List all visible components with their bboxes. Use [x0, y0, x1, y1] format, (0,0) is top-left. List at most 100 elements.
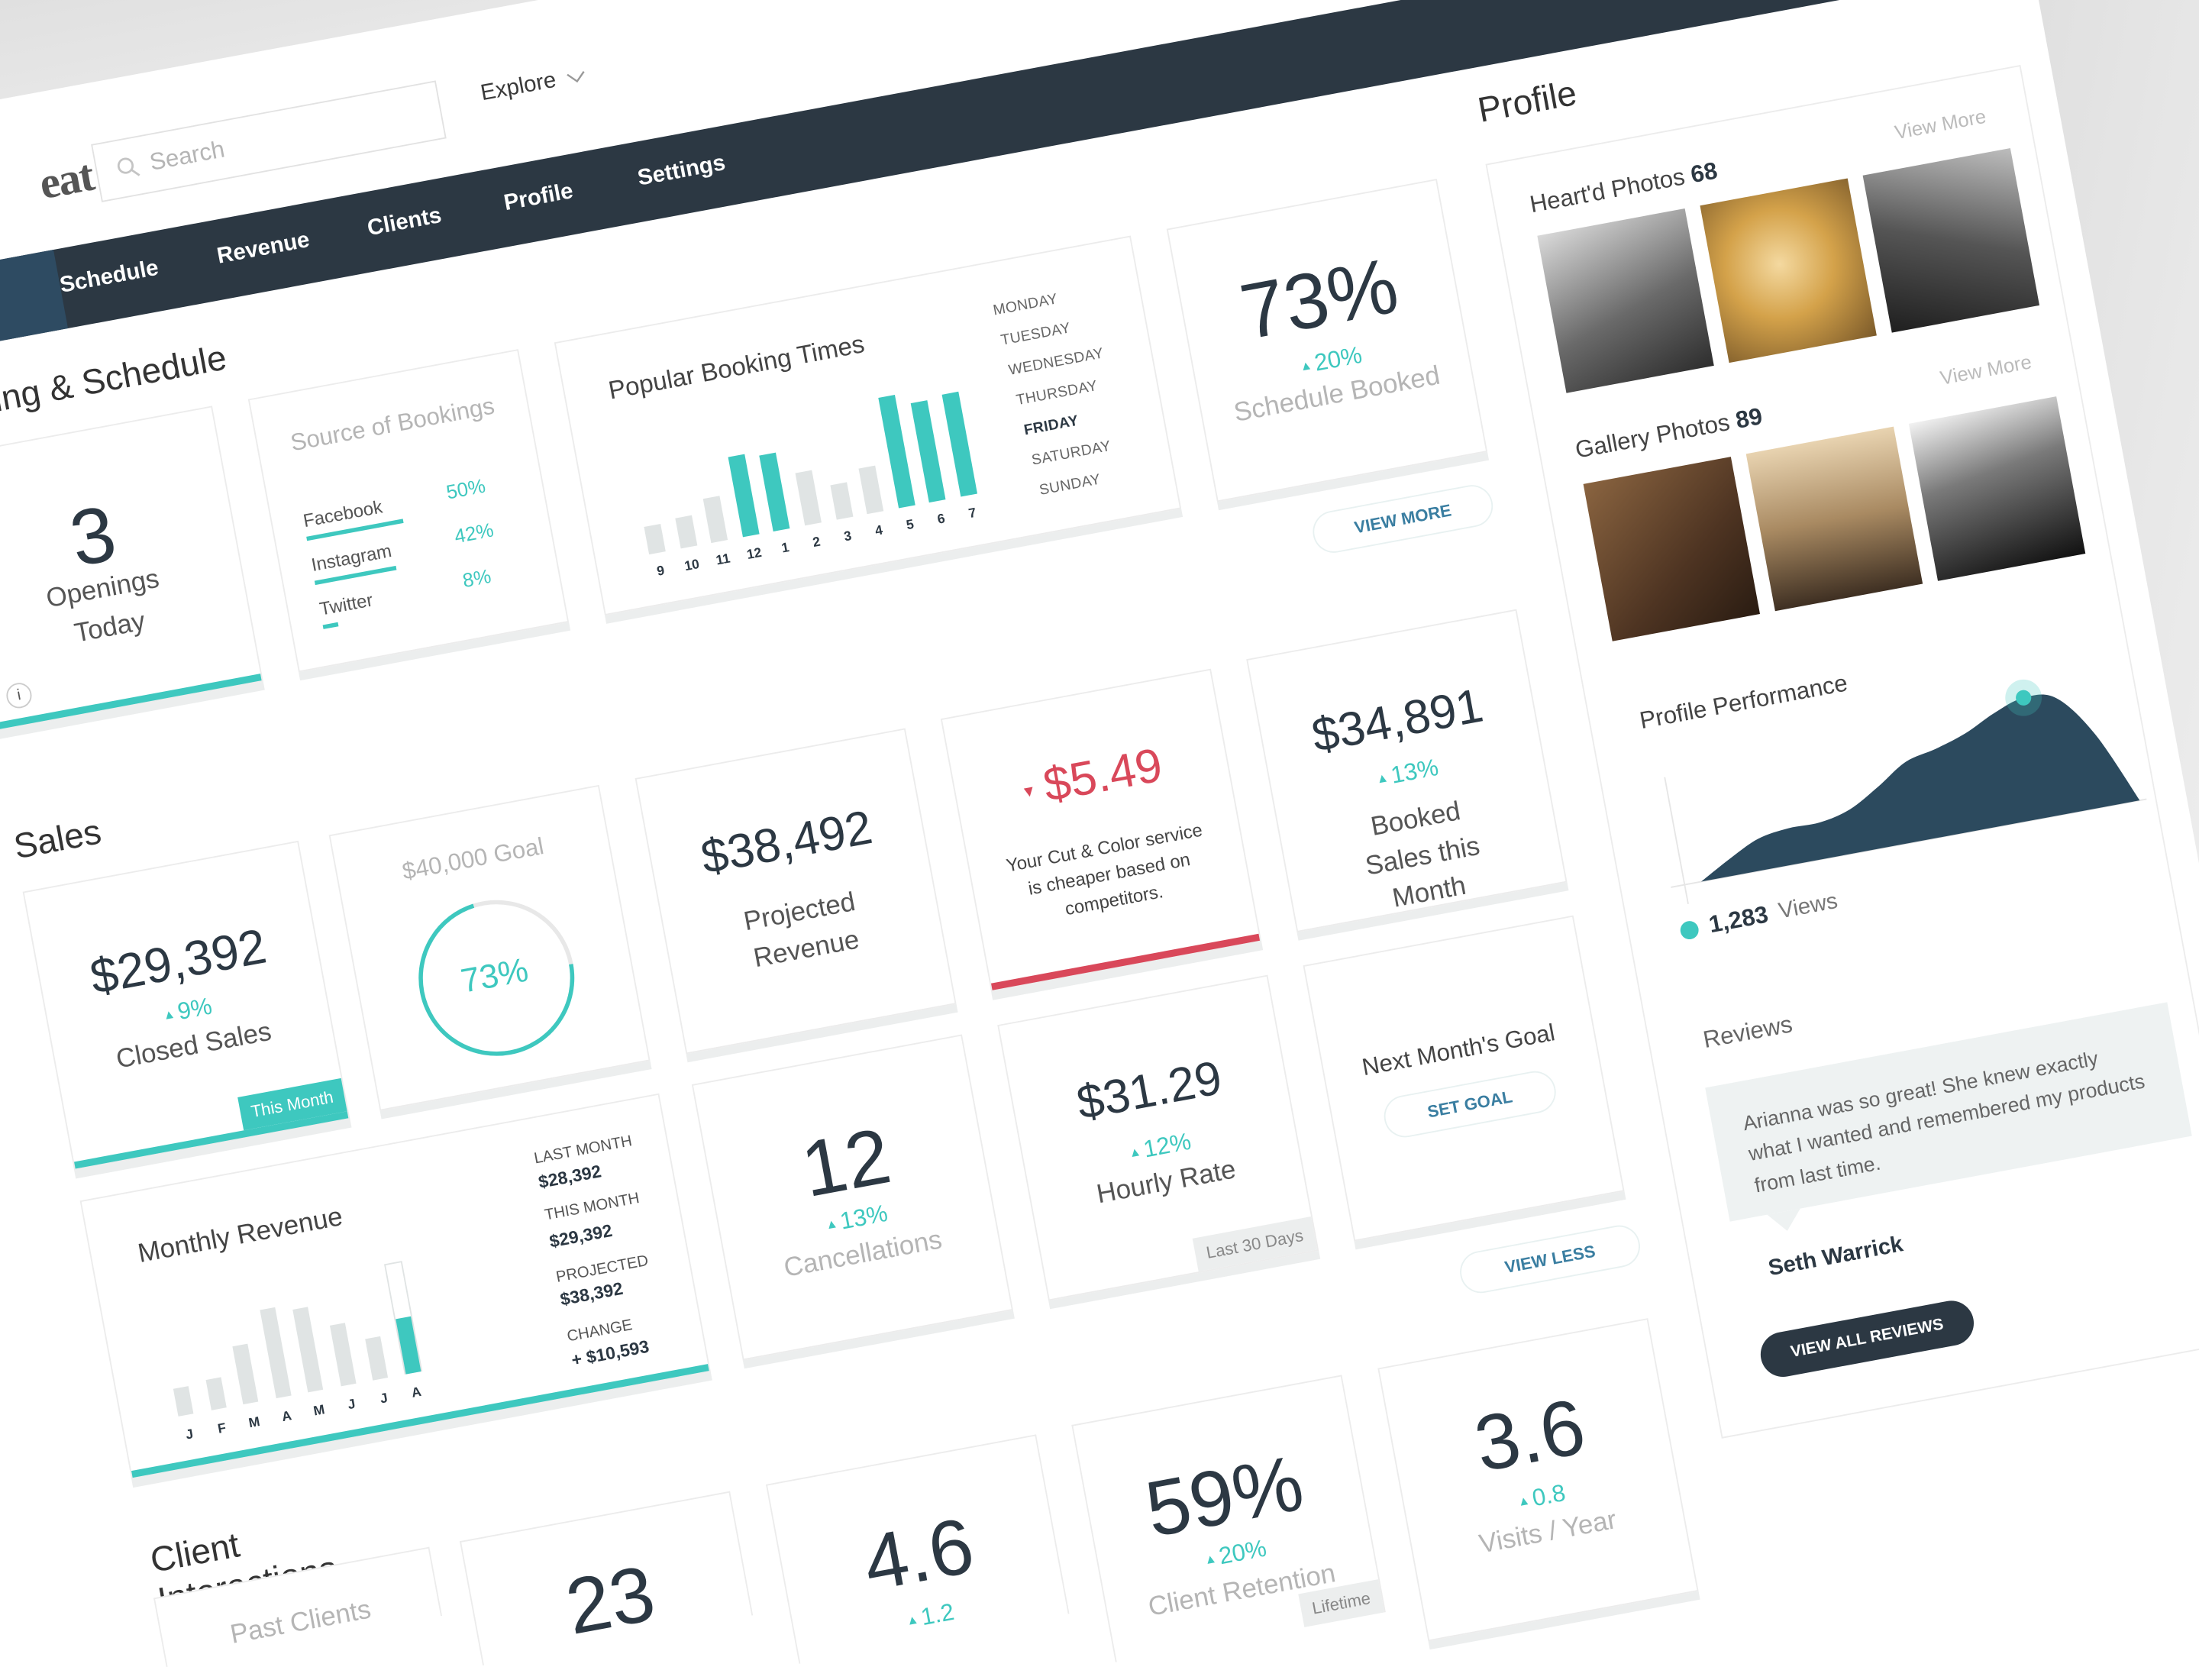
change-value: 9%	[175, 992, 215, 1026]
up-triangle-icon: ▲	[1516, 1492, 1532, 1510]
month-label: F	[216, 1420, 228, 1438]
projected-revenue-card: $38,492 Projected Revenue	[635, 728, 957, 1055]
price-value: ▼$5.49	[953, 729, 1229, 825]
source-of-bookings-card: Source of Bookings Facebook 50% Instagra…	[247, 349, 570, 673]
chevron-down-icon	[567, 70, 585, 82]
up-triangle-icon: ▲	[824, 1216, 839, 1233]
closed-sales-card: $29,392 ▲9% Closed Sales This Month	[22, 840, 350, 1171]
revenue-bar	[205, 1377, 226, 1411]
revenue-bar	[259, 1307, 291, 1399]
reviews-title: Reviews	[1700, 1010, 1795, 1054]
views-count: 1,283	[1707, 901, 1771, 939]
booking-bar	[674, 515, 697, 549]
next-goal-label: Next Month's Goal	[1360, 1019, 1558, 1081]
month-label: J	[379, 1391, 389, 1407]
gallery-photos-heading: Gallery Photos 89	[1573, 403, 1765, 465]
month-label: A	[280, 1408, 293, 1426]
source-pct: 50%	[444, 473, 487, 504]
change-value: 1.2	[919, 1598, 957, 1631]
hour-label: 9	[655, 563, 667, 580]
day-item[interactable]: TUESDAY	[999, 320, 1072, 349]
booking-bar	[829, 482, 853, 520]
hour-label: 10	[683, 557, 701, 575]
stat-value: $29,392	[547, 1220, 614, 1252]
profile-performance-chart	[1664, 679, 2147, 905]
change-value: 0.8	[1529, 1479, 1568, 1512]
schedule-booked-card: 73% ▲20% Schedule Booked	[1166, 179, 1488, 502]
revenue-bar	[329, 1323, 356, 1387]
gallery-photo[interactable]	[1583, 457, 1761, 641]
month-label: A	[410, 1384, 423, 1402]
booking-bar	[795, 470, 822, 526]
views-label: Views	[1776, 889, 1840, 924]
gallery-photo[interactable]	[1908, 396, 2086, 581]
hearted-view-more-link[interactable]: View More	[1893, 105, 1987, 144]
hourly-rate-card: $31.29 ▲12% Hourly Rate Last 30 Days	[997, 974, 1319, 1301]
hearted-photo[interactable]	[1537, 208, 1714, 393]
hour-label: 2	[811, 534, 822, 551]
goal-card: $40,000 Goal 73%	[328, 784, 651, 1111]
day-item[interactable]: WEDNESDAY	[1007, 345, 1105, 380]
source-name: Twitter	[318, 589, 375, 620]
day-item[interactable]: THURSDAY	[1015, 377, 1099, 409]
up-triangle-icon: ▲	[1127, 1144, 1143, 1161]
gallery-photo[interactable]	[1745, 426, 1923, 612]
hour-label: 7	[967, 506, 978, 522]
set-goal-button[interactable]: SET GOAL	[1380, 1068, 1560, 1141]
up-triangle-icon: ▲	[161, 1006, 177, 1023]
gallery-label: Gallery Photos	[1573, 409, 1732, 464]
hour-label: 1	[780, 540, 791, 557]
up-triangle-icon: ▲	[905, 1611, 920, 1628]
day-item[interactable]: FRIDAY	[1022, 412, 1080, 439]
stat-label: THIS MONTH	[543, 1190, 641, 1225]
hour-label: 12	[745, 545, 764, 564]
revenue-bar	[232, 1343, 259, 1405]
next-month-goal-card: Next Month's Goal SET GOAL	[1303, 915, 1625, 1242]
cancellations-card: 12 ▲13% Cancellations	[691, 1034, 1013, 1361]
stat-value: $28,392	[537, 1161, 603, 1193]
source-title: Source of Bookings	[288, 392, 497, 457]
monthly-revenue-chart: JFMAMJJA	[82, 1141, 464, 1481]
client-retention-card: 59% ▲20% Client Retention Lifetime	[1071, 1375, 1386, 1662]
goal-title: $40,000 Goal	[400, 832, 546, 886]
month-label: J	[184, 1426, 195, 1444]
price-comparison-card: ▼$5.49 Your Cut & Color service is cheap…	[940, 668, 1262, 992]
revenue-bar	[292, 1307, 324, 1393]
projected-label: Projected Revenue	[741, 887, 862, 974]
info-icon[interactable]: i	[4, 680, 34, 711]
change-value: 13%	[1388, 754, 1441, 790]
change-value: 20%	[1312, 341, 1364, 376]
source-bar	[322, 622, 339, 629]
hour-label: 6	[936, 511, 947, 528]
day-item[interactable]: MONDAY	[992, 291, 1059, 319]
hour-label: 4	[873, 522, 884, 540]
gallery-count: 89	[1733, 402, 1765, 435]
hearted-photo[interactable]	[1700, 178, 1877, 363]
up-triangle-icon: ▲	[1374, 770, 1390, 787]
review-author: Seth Warrick	[1766, 1233, 1905, 1281]
price-text: $5.49	[1039, 738, 1167, 813]
hearted-photos-heading: Heart'd Photos 68	[1528, 157, 1720, 220]
month-label: M	[312, 1402, 327, 1420]
stat-label: PROJECTED	[554, 1252, 651, 1287]
hearted-photo[interactable]	[1862, 147, 2040, 333]
booking-bar	[858, 465, 884, 515]
change-value: 12%	[1141, 1128, 1193, 1163]
source-pct: 8%	[460, 564, 493, 592]
search-icon	[117, 157, 140, 176]
day-item[interactable]: SUNDAY	[1038, 471, 1102, 499]
backdrop-top-left	[0, 0, 538, 99]
revenue-bar	[173, 1386, 194, 1417]
booking-bar	[877, 395, 915, 509]
projected-value: $38,492	[696, 800, 877, 885]
visits-card: 3.6 ▲0.8 Visits / Year	[1377, 1318, 1699, 1642]
gallery-view-more-link[interactable]: View More	[1939, 350, 2033, 389]
up-triangle-icon: ▲	[1203, 1551, 1218, 1568]
stat-label: LAST MONTH	[532, 1132, 634, 1168]
day-item[interactable]: SATURDAY	[1030, 438, 1112, 469]
view-all-reviews-button[interactable]: VIEW ALL REVIEWS	[1757, 1297, 1978, 1381]
booking-bar	[728, 454, 760, 538]
hour-label: 5	[905, 517, 915, 534]
hearted-count: 68	[1688, 157, 1720, 189]
booking-bar	[941, 391, 978, 497]
